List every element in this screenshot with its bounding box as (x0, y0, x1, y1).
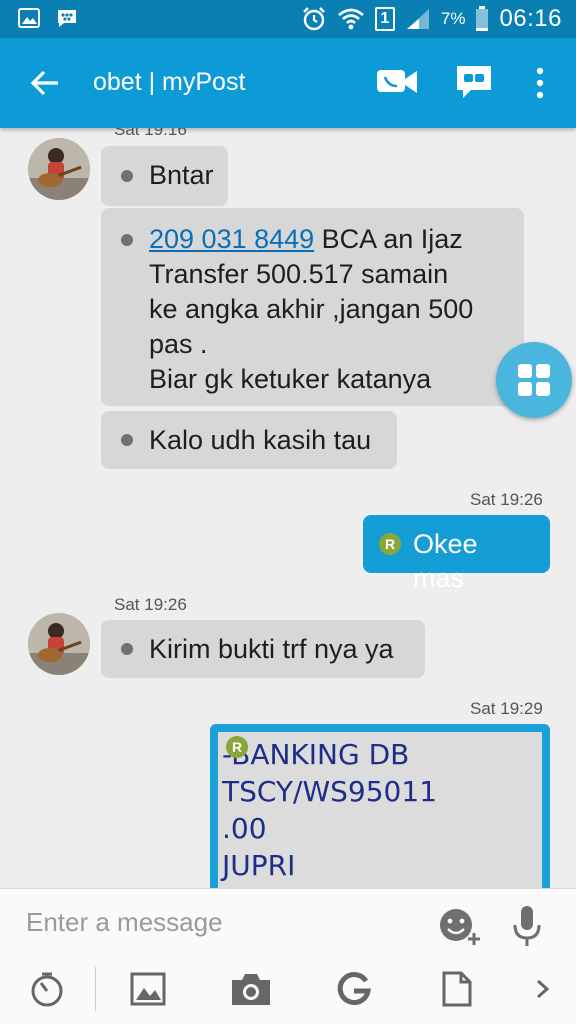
glympse-chat-icon[interactable] (455, 64, 493, 100)
more-options-icon[interactable] (530, 66, 550, 100)
message-list[interactable]: Sat 19:16 Bntar 209 031 8449 BCA an Ijaz… (0, 128, 576, 888)
wifi-icon (338, 8, 364, 30)
incoming-message[interactable]: Kalo udh kasih tau (101, 411, 397, 469)
read-receipt-badge: R (379, 533, 401, 555)
incoming-message[interactable]: Bntar (101, 146, 228, 206)
receipt-text-line: TSCY/WS95011 (222, 775, 438, 808)
message-text: pas . (149, 329, 208, 359)
toolbar-divider (95, 967, 96, 1011)
battery-percent: 7% (440, 9, 466, 28)
timer-icon[interactable] (28, 971, 66, 1007)
receipt-text-line: -BANKING DB (222, 738, 410, 771)
message-text: Okee mas (413, 529, 478, 593)
account-number-link[interactable]: 209 031 8449 (149, 224, 314, 254)
message-text: ke angka akhir ,jangan 500 (149, 294, 474, 324)
file-attach-icon[interactable] (442, 971, 472, 1007)
microphone-icon[interactable] (512, 905, 542, 947)
contact-avatar[interactable] (28, 613, 90, 675)
battery-icon (476, 6, 489, 31)
camera-icon[interactable] (230, 971, 272, 1007)
avatar-photo (28, 138, 90, 200)
outgoing-message[interactable]: R Okee mas (363, 515, 550, 593)
message-bullet (121, 643, 133, 655)
message-text: Kalo udh kasih tau (149, 425, 372, 455)
clock: 06:16 (499, 5, 562, 32)
emoticon-add-icon[interactable] (438, 907, 482, 947)
back-arrow-icon[interactable] (28, 66, 62, 100)
message-text: Transfer 500.517 samain (149, 259, 449, 289)
outgoing-image-message[interactable]: -BANKING DB TSCY/WS95011 .00 JUPRI R (210, 724, 550, 888)
status-bar: 1 7% 06:16 (0, 0, 576, 38)
contact-avatar[interactable] (28, 138, 90, 200)
message-text: Biar gk ketuker katanya (149, 364, 432, 394)
receipt-text-line: .00 (222, 812, 267, 845)
message-input[interactable]: Enter a message (26, 907, 223, 938)
message-bullet (121, 234, 133, 246)
read-receipt-badge: R (226, 736, 248, 758)
message-text: Kirim bukti trf nya ya (149, 634, 394, 664)
message-bullet (121, 434, 133, 446)
message-text: Bntar (149, 160, 214, 190)
incoming-message[interactable]: Kirim bukti trf nya ya (101, 620, 425, 678)
avatar-photo (28, 613, 90, 675)
signal-icon (406, 9, 429, 29)
message-timestamp: Sat 19:26 (470, 490, 543, 509)
transfer-receipt-image[interactable]: -BANKING DB TSCY/WS95011 .00 JUPRI (218, 732, 542, 888)
message-timestamp: Sat 19:16 (114, 128, 187, 139)
alarm-icon (303, 7, 325, 31)
sim-slot-indicator: 1 (374, 7, 395, 31)
gallery-icon[interactable] (130, 971, 166, 1007)
gallery-notification-icon (18, 8, 40, 28)
message-timestamp: Sat 19:26 (114, 595, 187, 614)
message-bullet (121, 170, 133, 182)
grid-icon (518, 364, 550, 396)
conversation-title[interactable]: obet | myPost (93, 68, 245, 97)
app-bar: obet | myPost (0, 38, 576, 128)
chevron-right-icon[interactable] (532, 971, 554, 1007)
message-timestamp: Sat 19:29 (470, 699, 543, 718)
apps-grid-button[interactable] (496, 342, 572, 418)
video-call-icon[interactable] (376, 66, 418, 98)
bbm-notification-icon (58, 10, 76, 27)
receipt-text-line: JUPRI (222, 849, 296, 882)
glympse-location-icon[interactable] (336, 971, 372, 1007)
message-composer: Enter a message (0, 888, 576, 1024)
message-text: BCA an Ijaz (314, 224, 463, 254)
incoming-message[interactable]: 209 031 8449 BCA an Ijaz Transfer 500.51… (101, 208, 524, 406)
